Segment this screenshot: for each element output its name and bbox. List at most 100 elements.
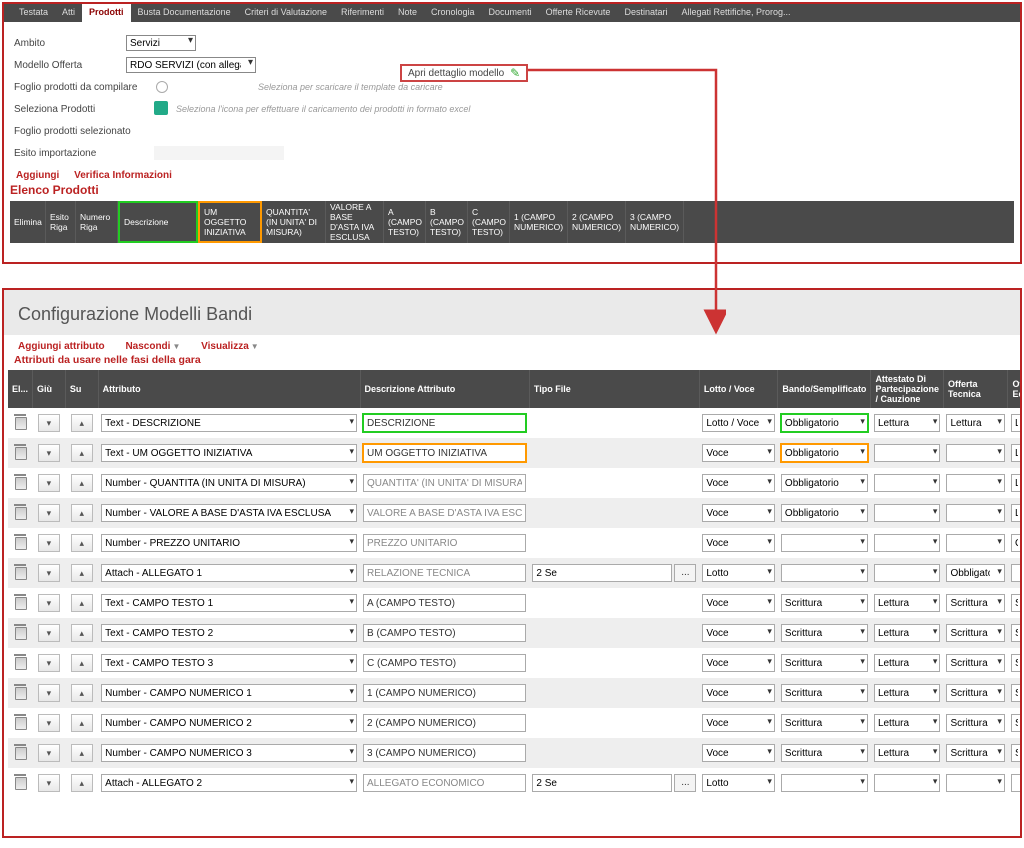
cell-select[interactable]: Scrittura bbox=[946, 684, 1005, 702]
delete-row-icon[interactable] bbox=[13, 534, 27, 550]
cell-select[interactable]: Scrittura bbox=[781, 684, 868, 702]
move-down-button[interactable]: ▾ bbox=[38, 474, 60, 492]
move-down-button[interactable]: ▾ bbox=[38, 624, 60, 642]
move-down-button[interactable]: ▾ bbox=[38, 414, 60, 432]
cell-select[interactable]: Number - PREZZO UNITARIO bbox=[101, 534, 357, 552]
delete-row-icon[interactable] bbox=[13, 564, 27, 580]
move-up-button[interactable]: ▴ bbox=[71, 474, 93, 492]
cell-select[interactable] bbox=[946, 534, 1005, 552]
move-down-button[interactable]: ▾ bbox=[38, 684, 60, 702]
desc-input[interactable] bbox=[363, 744, 526, 762]
detail-link-box[interactable]: Apri dettaglio modello ✎ bbox=[400, 64, 528, 82]
move-up-button[interactable]: ▴ bbox=[71, 744, 93, 762]
cell-select[interactable]: Number - CAMPO NUMERICO 2 bbox=[101, 714, 357, 732]
cell-select[interactable]: Lotto / Voce bbox=[702, 414, 775, 432]
cell-select[interactable] bbox=[946, 504, 1005, 522]
cell-select[interactable]: Scrittura bbox=[946, 744, 1005, 762]
cell-select[interactable]: Voce bbox=[702, 474, 775, 492]
cell-select[interactable] bbox=[1011, 774, 1022, 792]
tab-allegati-rettifiche-prorog-[interactable]: Allegati Rettifiche, Prorog... bbox=[674, 4, 797, 22]
tab-riferimenti[interactable]: Riferimenti bbox=[334, 4, 391, 22]
cell-select[interactable]: Lettura bbox=[874, 714, 941, 732]
cell-select[interactable]: Lettura bbox=[874, 684, 941, 702]
cell-select[interactable]: Voce bbox=[702, 534, 775, 552]
move-down-button[interactable]: ▾ bbox=[38, 654, 60, 672]
move-down-button[interactable]: ▾ bbox=[38, 714, 60, 732]
cell-select[interactable] bbox=[874, 564, 941, 582]
move-down-button[interactable]: ▾ bbox=[38, 444, 60, 462]
tab-atti[interactable]: Atti bbox=[55, 4, 82, 22]
cell-select[interactable]: Obbligatorio bbox=[946, 564, 1005, 582]
desc-input[interactable] bbox=[363, 504, 526, 522]
cell-select[interactable]: Scrittura bbox=[946, 594, 1005, 612]
tab-prodotti[interactable]: Prodotti bbox=[82, 4, 131, 22]
move-down-button[interactable]: ▾ bbox=[38, 504, 60, 522]
tab-documenti[interactable]: Documenti bbox=[482, 4, 539, 22]
cell-select[interactable]: Text - UM OGGETTO INIZIATIVA bbox=[101, 444, 357, 462]
cell-select[interactable]: Number - CAMPO NUMERICO 1 bbox=[101, 684, 357, 702]
cell-select[interactable]: Obbligatorio bbox=[781, 414, 868, 432]
delete-row-icon[interactable] bbox=[13, 744, 27, 760]
move-down-button[interactable]: ▾ bbox=[38, 564, 60, 582]
tab-testata[interactable]: Testata bbox=[12, 4, 55, 22]
desc-input[interactable] bbox=[363, 774, 526, 792]
cell-select[interactable]: Scr bbox=[1011, 684, 1022, 702]
desc-input[interactable] bbox=[363, 684, 526, 702]
cell-select[interactable] bbox=[946, 474, 1005, 492]
move-up-button[interactable]: ▴ bbox=[71, 564, 93, 582]
tipofile-browse-button[interactable]: ... bbox=[674, 774, 696, 792]
move-up-button[interactable]: ▴ bbox=[71, 774, 93, 792]
cell-select[interactable]: Attach - ALLEGATO 2 bbox=[101, 774, 357, 792]
tab-criteri-di-valutazione[interactable]: Criteri di Valutazione bbox=[238, 4, 334, 22]
cell-select[interactable] bbox=[874, 774, 941, 792]
delete-row-icon[interactable] bbox=[13, 444, 27, 460]
delete-row-icon[interactable] bbox=[13, 414, 27, 430]
move-down-button[interactable]: ▾ bbox=[38, 774, 60, 792]
move-up-button[interactable]: ▴ bbox=[71, 684, 93, 702]
add-row-link[interactable]: Aggiungi bbox=[16, 170, 59, 181]
cell-select[interactable] bbox=[874, 474, 941, 492]
desc-input[interactable] bbox=[363, 654, 526, 672]
cell-select[interactable]: Ob bbox=[1011, 534, 1022, 552]
delete-row-icon[interactable] bbox=[13, 654, 27, 670]
desc-input[interactable] bbox=[363, 534, 526, 552]
cell-select[interactable]: Text - DESCRIZIONE bbox=[101, 414, 357, 432]
cell-select[interactable]: Scr bbox=[1011, 714, 1022, 732]
download-template-icon[interactable] bbox=[156, 81, 168, 93]
cell-select[interactable]: Scrittura bbox=[946, 654, 1005, 672]
desc-input[interactable] bbox=[363, 714, 526, 732]
delete-row-icon[interactable] bbox=[13, 624, 27, 640]
cell-select[interactable]: Number - CAMPO NUMERICO 3 bbox=[101, 744, 357, 762]
cell-select[interactable]: Scr bbox=[1011, 744, 1022, 762]
tab-busta-documentazione[interactable]: Busta Documentazione bbox=[131, 4, 238, 22]
cell-select[interactable]: Scrittura bbox=[781, 654, 868, 672]
cell-select[interactable]: Text - CAMPO TESTO 2 bbox=[101, 624, 357, 642]
delete-row-icon[interactable] bbox=[13, 714, 27, 730]
cell-select[interactable]: Scr bbox=[1011, 594, 1022, 612]
cell-select[interactable]: Scrittura bbox=[781, 714, 868, 732]
delete-row-icon[interactable] bbox=[13, 774, 27, 790]
desc-input[interactable] bbox=[363, 624, 526, 642]
cell-select[interactable]: Scr bbox=[1011, 654, 1022, 672]
move-down-button[interactable]: ▾ bbox=[38, 534, 60, 552]
move-up-button[interactable]: ▴ bbox=[71, 624, 93, 642]
cell-select[interactable]: Voce bbox=[702, 444, 775, 462]
cell-select[interactable] bbox=[1011, 564, 1022, 582]
desc-input[interactable] bbox=[363, 414, 526, 432]
cell-select[interactable]: Voce bbox=[702, 714, 775, 732]
cell-select[interactable]: Let bbox=[1011, 474, 1022, 492]
delete-row-icon[interactable] bbox=[13, 474, 27, 490]
cell-select[interactable]: Let bbox=[1011, 414, 1022, 432]
cell-select[interactable]: Obbligatorio bbox=[781, 474, 868, 492]
cell-select[interactable]: Voce bbox=[702, 744, 775, 762]
cell-select[interactable]: Text - CAMPO TESTO 1 bbox=[101, 594, 357, 612]
tab-cronologia[interactable]: Cronologia bbox=[424, 4, 482, 22]
move-up-button[interactable]: ▴ bbox=[71, 654, 93, 672]
add-attribute-link[interactable]: Aggiungi attributo bbox=[18, 341, 105, 352]
move-up-button[interactable]: ▴ bbox=[71, 414, 93, 432]
cell-select[interactable]: Text - CAMPO TESTO 3 bbox=[101, 654, 357, 672]
cell-select[interactable]: Scrittura bbox=[781, 624, 868, 642]
cell-select[interactable] bbox=[874, 444, 941, 462]
cell-select[interactable]: Voce bbox=[702, 504, 775, 522]
delete-row-icon[interactable] bbox=[13, 594, 27, 610]
